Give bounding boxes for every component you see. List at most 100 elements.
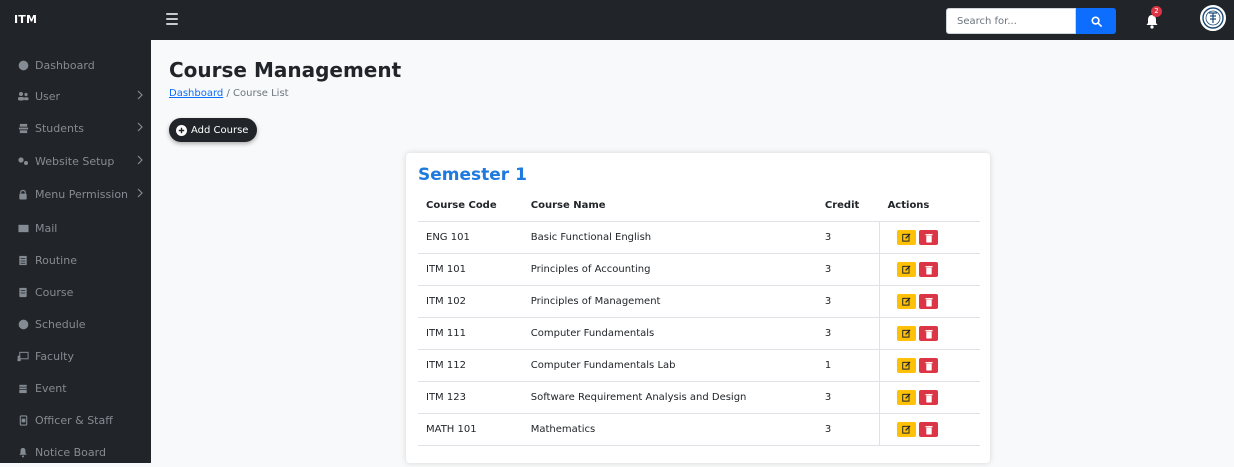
trash-icon xyxy=(925,361,933,370)
edit-icon xyxy=(902,265,911,274)
actions-cell xyxy=(879,253,980,286)
top-navbar: ITM 2 xyxy=(0,0,1234,40)
column-header-actions: Actions xyxy=(879,190,980,222)
clock-icon xyxy=(17,318,29,330)
edit-icon xyxy=(902,297,911,306)
sidebar-item-label: Course xyxy=(35,285,74,299)
sidebar-item-schedule[interactable]: Schedule xyxy=(0,309,151,339)
sidebar-item-website-setup[interactable]: Website Setup xyxy=(0,146,151,176)
credit-cell: 3 xyxy=(816,413,880,446)
credit-cell: 3 xyxy=(816,381,880,414)
course-code-cell: ITM 111 xyxy=(418,317,523,350)
calendar-icon xyxy=(17,382,29,394)
sidebar-item-label: Menu Permission xyxy=(35,187,129,201)
trash-icon xyxy=(925,265,933,274)
sidebar-item-label: Event xyxy=(35,381,67,395)
sidebar-item-course[interactable]: Course xyxy=(0,277,151,307)
sidebar-item-faculty[interactable]: Faculty xyxy=(0,341,151,371)
sidebar-item-dashboard[interactable]: Dashboard xyxy=(0,50,151,80)
sidebar-toggle-icon[interactable] xyxy=(166,13,178,25)
delete-button[interactable] xyxy=(919,294,939,309)
sidebar-item-label: Students xyxy=(35,121,85,135)
sidebar: Dashboard User Students Website Setup Me… xyxy=(0,40,151,463)
trash-icon xyxy=(925,393,933,402)
sidebar-item-officer-staff[interactable]: Officer & Staff xyxy=(0,405,151,435)
bell-icon xyxy=(17,446,29,458)
delete-button[interactable] xyxy=(919,422,939,437)
profile-avatar[interactable] xyxy=(1200,5,1226,31)
edit-icon xyxy=(902,425,911,434)
actions-cell xyxy=(879,349,980,382)
sidebar-item-label: Officer & Staff xyxy=(35,413,113,427)
sidebar-item-students[interactable]: Students xyxy=(0,113,151,143)
add-course-button[interactable]: Add Course xyxy=(169,118,258,142)
edit-button[interactable] xyxy=(897,326,917,341)
credit-cell: 3 xyxy=(816,253,880,286)
credit-cell: 3 xyxy=(816,221,880,254)
sidebar-item-user[interactable]: User xyxy=(0,81,151,111)
sidebar-item-label: Faculty xyxy=(35,349,74,363)
credit-cell: 3 xyxy=(816,285,880,318)
edit-button[interactable] xyxy=(897,390,917,405)
column-header-credit: Credit xyxy=(816,190,880,222)
routine-icon xyxy=(17,254,29,266)
edit-button[interactable] xyxy=(897,230,917,245)
sidebar-item-event[interactable]: Event xyxy=(0,373,151,403)
delete-button[interactable] xyxy=(919,390,939,405)
chevron-right-icon xyxy=(137,188,143,198)
table-row: ITM 101 Principles of Accounting 3 xyxy=(418,253,980,286)
credit-cell: 1 xyxy=(816,349,880,382)
sidebar-item-label: Dashboard xyxy=(35,58,95,72)
sidebar-item-menu-permission[interactable]: Menu Permission xyxy=(0,179,151,209)
edit-button[interactable] xyxy=(897,358,917,373)
course-name-cell: Mathematics xyxy=(522,413,817,446)
course-code-cell: ITM 101 xyxy=(418,253,523,286)
table-row: ITM 102 Principles of Management 3 xyxy=(418,285,980,318)
course-code-cell: ITM 102 xyxy=(418,285,523,318)
notification-button[interactable]: 2 xyxy=(1145,6,1163,29)
gears-icon xyxy=(17,155,29,167)
delete-button[interactable] xyxy=(919,230,939,245)
sidebar-item-routine[interactable]: Routine xyxy=(0,245,151,275)
notification-count-badge: 2 xyxy=(1151,6,1162,17)
table-row: MATH 101 Mathematics 3 xyxy=(418,413,980,446)
dashboard-icon xyxy=(17,59,29,71)
breadcrumb-current: Course List xyxy=(233,88,289,99)
column-header-code: Course Code xyxy=(418,190,523,222)
chevron-right-icon xyxy=(137,155,143,165)
search-button[interactable] xyxy=(1076,8,1116,34)
delete-button[interactable] xyxy=(919,326,939,341)
credit-cell: 3 xyxy=(816,317,880,350)
trash-icon xyxy=(925,329,933,338)
actions-cell xyxy=(879,221,980,254)
edit-button[interactable] xyxy=(897,262,917,277)
trash-icon xyxy=(925,425,933,434)
course-name-cell: Computer Fundamentals Lab xyxy=(522,349,817,382)
course-name-cell: Software Requirement Analysis and Design xyxy=(522,381,817,414)
chevron-right-icon xyxy=(137,90,143,100)
sidebar-item-label: Schedule xyxy=(35,317,86,331)
course-code-cell: ENG 101 xyxy=(418,221,523,254)
edit-button[interactable] xyxy=(897,422,917,437)
search-input[interactable] xyxy=(946,8,1076,34)
delete-button[interactable] xyxy=(919,358,939,373)
mail-icon xyxy=(17,222,29,234)
breadcrumb-link-dashboard[interactable]: Dashboard xyxy=(169,88,223,99)
course-name-cell: Principles of Management xyxy=(522,285,817,318)
edit-icon xyxy=(902,393,911,402)
actions-cell xyxy=(879,285,980,318)
brand-logo-text[interactable]: ITM xyxy=(14,0,37,40)
students-icon xyxy=(17,122,29,134)
delete-button[interactable] xyxy=(919,262,939,277)
course-table: Course Code Course Name Credit Actions E… xyxy=(418,190,980,446)
semester-title: Semester 1 xyxy=(418,165,527,185)
course-name-cell: Principles of Accounting xyxy=(522,253,817,286)
users-icon xyxy=(17,90,29,102)
search-icon xyxy=(1090,15,1102,27)
edit-button[interactable] xyxy=(897,294,917,309)
page-title: Course Management xyxy=(169,58,402,82)
trash-icon xyxy=(925,233,933,242)
sidebar-item-label: User xyxy=(35,89,61,103)
course-table-body: ENG 101 Basic Functional English 3 ITM 101 P… xyxy=(418,221,980,446)
sidebar-item-mail[interactable]: Mail xyxy=(0,213,151,243)
